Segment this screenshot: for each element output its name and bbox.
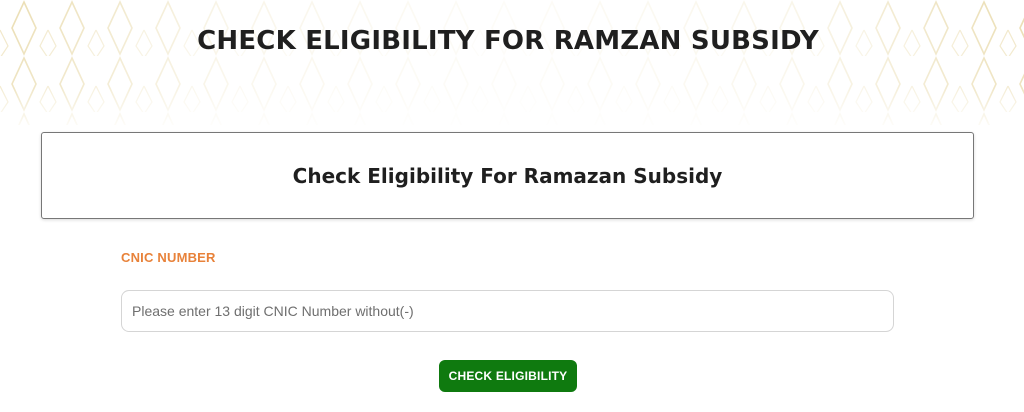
card-title: Check Eligibility For Ramazan Subsidy: [292, 163, 723, 188]
info-card: Check Eligibility For Ramazan Subsidy: [41, 132, 974, 219]
hero-banner: CHECK ELIGIBILITY FOR RAMZAN SUBSIDY: [0, 0, 1024, 125]
check-eligibility-button[interactable]: CHECK ELIGIBILITY: [439, 360, 577, 392]
page-title: CHECK ELIGIBILITY FOR RAMZAN SUBSIDY: [197, 26, 819, 56]
cnic-label: CNIC NUMBER: [121, 250, 216, 265]
decorative-pattern: [0, 0, 1024, 125]
cnic-input[interactable]: [121, 290, 894, 332]
